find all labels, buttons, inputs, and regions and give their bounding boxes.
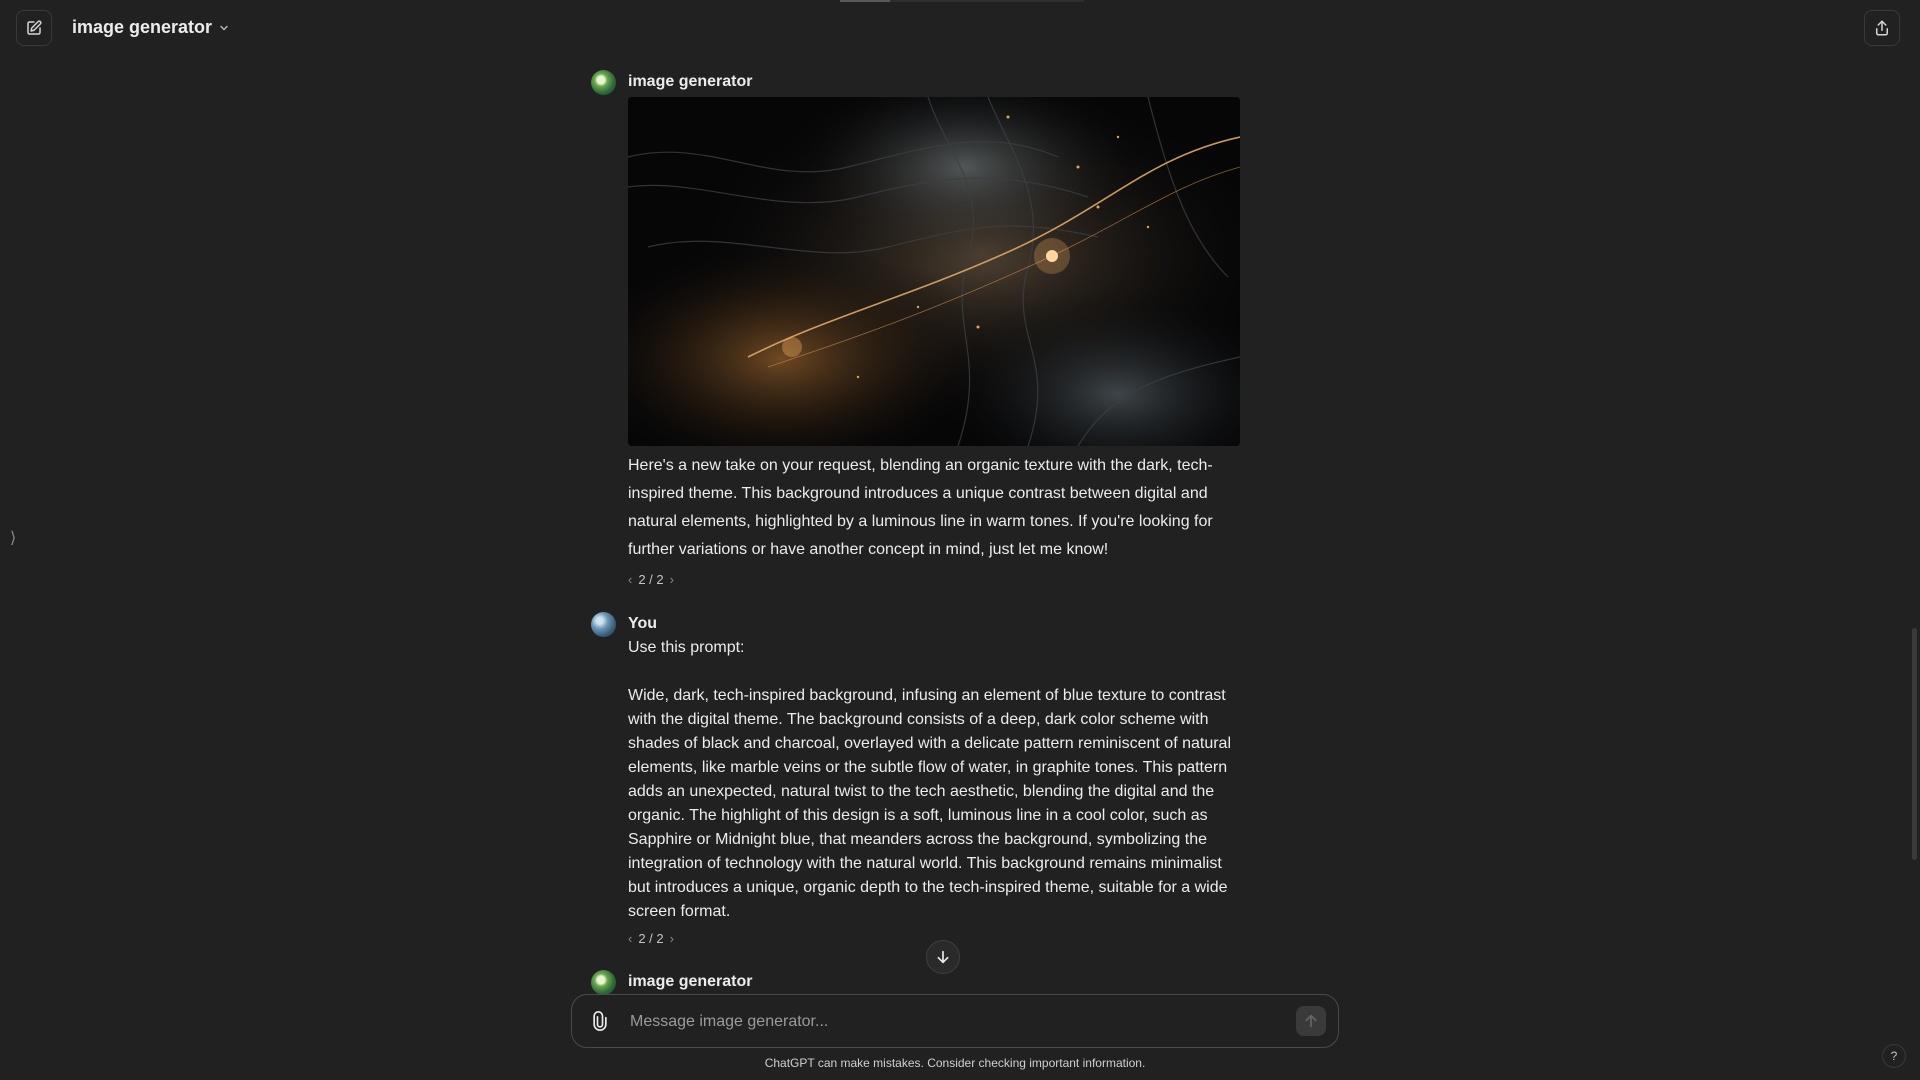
share-button[interactable] bbox=[1864, 10, 1900, 46]
model-title-text: image generator bbox=[72, 17, 213, 37]
message-composer bbox=[571, 994, 1339, 1048]
chevron-right-icon[interactable]: › bbox=[670, 931, 674, 946]
pager-label: 2 / 2 bbox=[638, 931, 664, 946]
chevron-right-icon[interactable]: › bbox=[670, 572, 674, 587]
assistant-message-text: Here's a new take on your request, blend… bbox=[628, 457, 1213, 558]
generated-image[interactable] bbox=[628, 97, 1240, 446]
message-input[interactable] bbox=[628, 1007, 1252, 1037]
help-button[interactable]: ? bbox=[1882, 1044, 1906, 1068]
arrow-down-icon bbox=[937, 950, 949, 964]
share-icon bbox=[1876, 20, 1888, 36]
model-selector[interactable]: image generator bbox=[72, 17, 230, 38]
scroll-to-bottom-button[interactable] bbox=[926, 940, 960, 974]
edit-icon bbox=[27, 20, 42, 35]
arrow-up-icon bbox=[1305, 1014, 1317, 1028]
message-pager: ‹ 2 / 2 › bbox=[628, 572, 674, 587]
paperclip-icon bbox=[593, 1011, 607, 1031]
new-chat-button[interactable] bbox=[16, 10, 52, 46]
top-bar: image generator bbox=[0, 0, 1920, 58]
pager-label: 2 / 2 bbox=[638, 572, 664, 587]
message-author: image generator bbox=[628, 73, 753, 90]
sidebar-toggle-icon[interactable]: ⟩ bbox=[10, 528, 16, 548]
user-avatar bbox=[591, 612, 616, 637]
chevron-down-icon bbox=[220, 25, 228, 31]
top-progress-bar bbox=[840, 0, 1084, 2]
generated-image-art bbox=[628, 97, 1240, 446]
user-message-intro: Use this prompt: bbox=[628, 639, 745, 656]
chevron-left-icon[interactable]: ‹ bbox=[628, 572, 632, 587]
disclaimer-text: ChatGPT can make mistakes. Consider chec… bbox=[764, 1056, 1146, 1070]
attach-button[interactable] bbox=[588, 1009, 612, 1033]
scrollbar[interactable] bbox=[1912, 628, 1917, 860]
assistant-avatar bbox=[591, 70, 616, 95]
chevron-left-icon[interactable]: ‹ bbox=[628, 931, 632, 946]
message-author: You bbox=[628, 615, 658, 632]
assistant-avatar bbox=[591, 970, 616, 995]
send-button[interactable] bbox=[1296, 1006, 1326, 1036]
user-message-text: Wide, dark, tech-inspired background, in… bbox=[628, 687, 1232, 920]
message-pager: ‹ 2 / 2 › bbox=[628, 931, 674, 946]
message-author: image generator bbox=[628, 973, 753, 990]
